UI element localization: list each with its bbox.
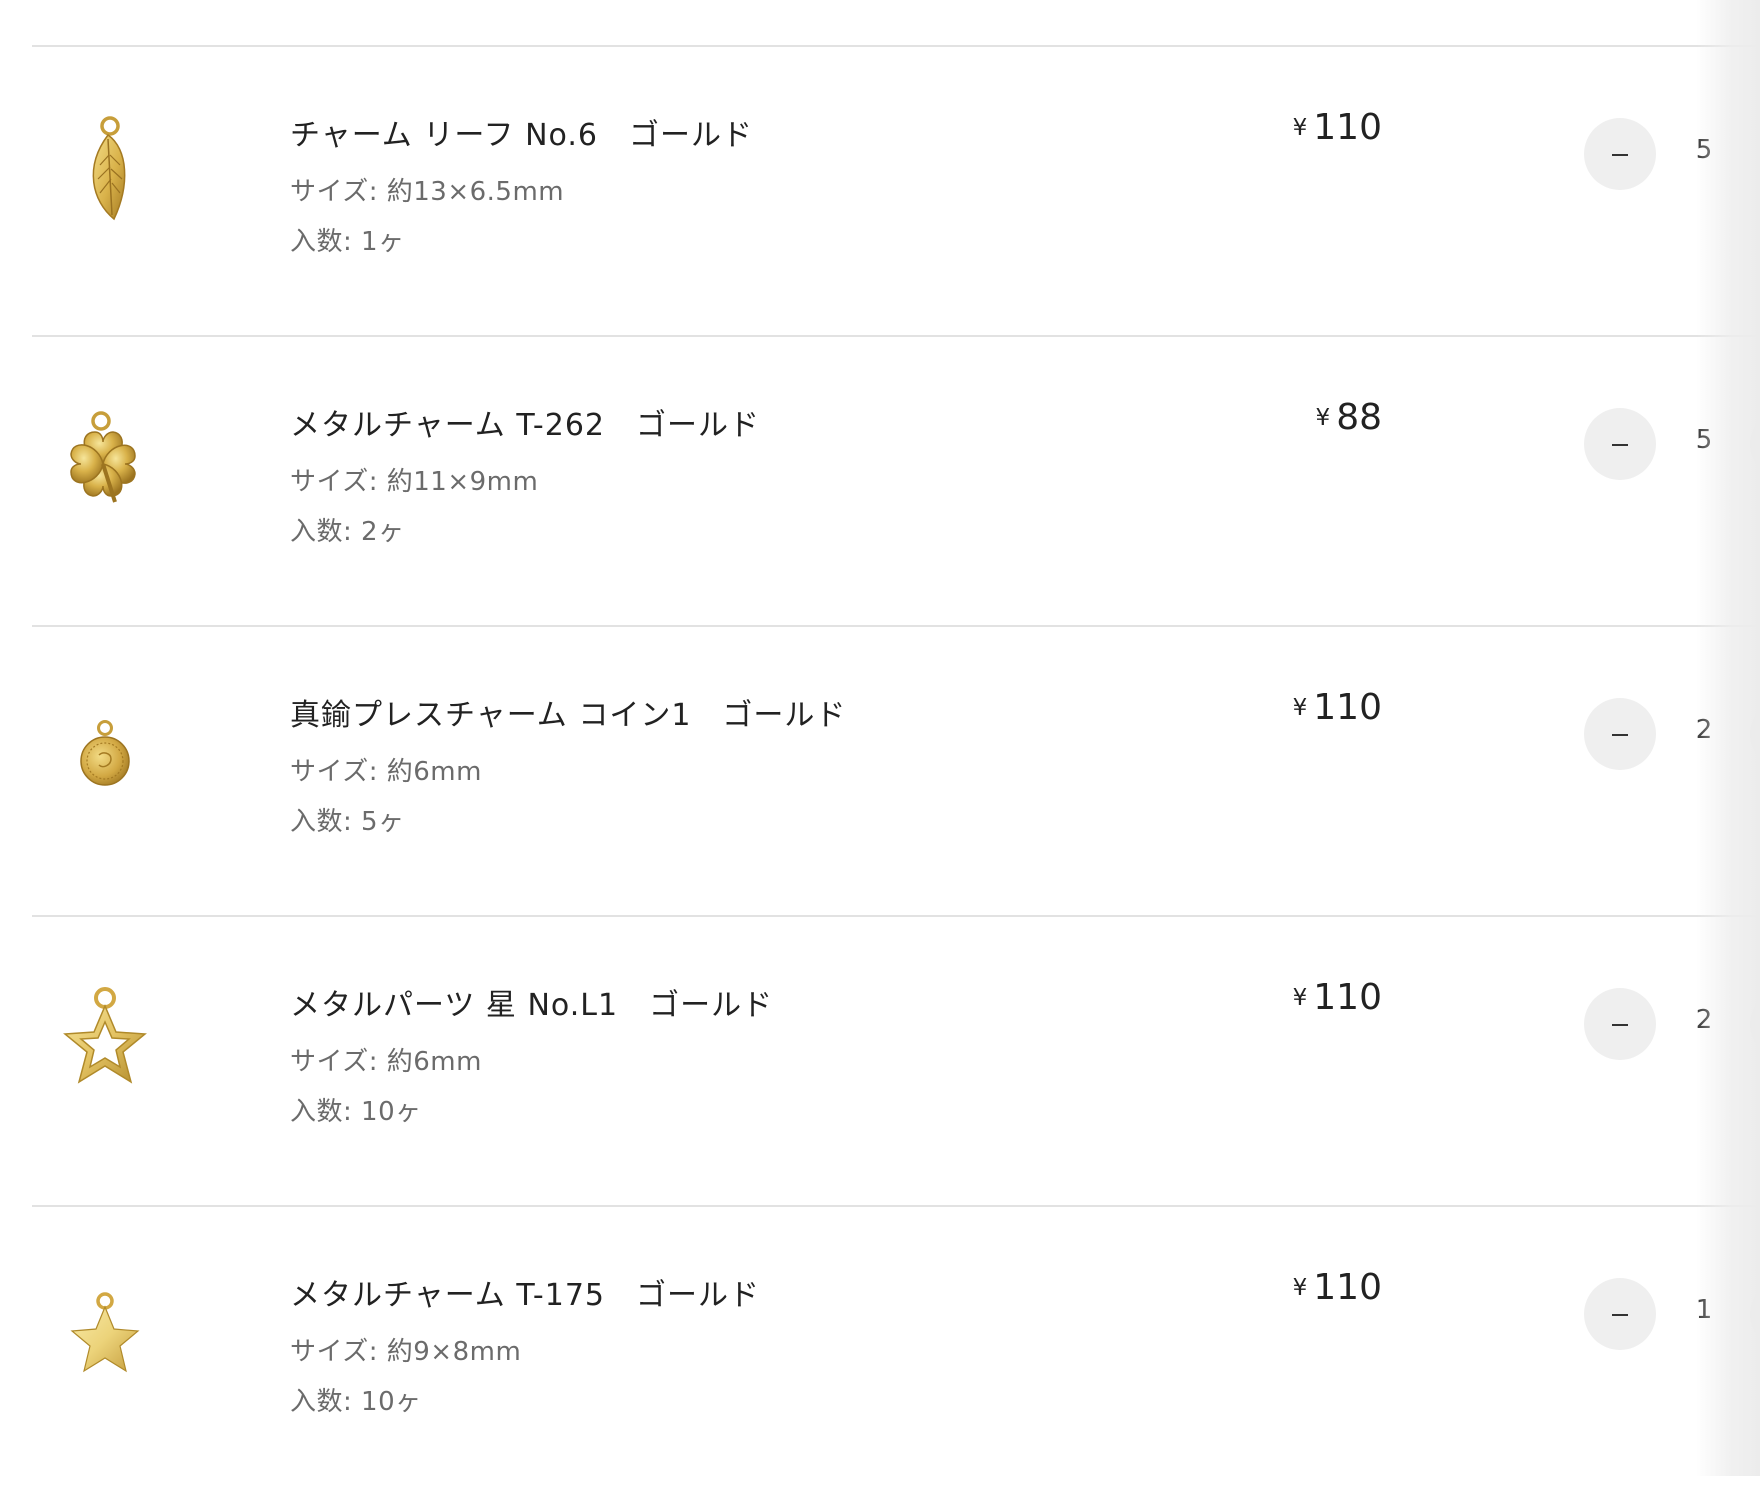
product-name[interactable]: メタルパーツ 星 No.L1 ゴールド <box>290 980 773 1024</box>
cart-item-row: チャーム リーフ No.6 ゴールド サイズ: 約13×6.5mm 入数: 1ヶ… <box>0 47 1760 335</box>
product-name[interactable]: 真鍮プレスチャーム コイン1 ゴールド <box>290 690 846 734</box>
currency-symbol: ¥ <box>1315 405 1331 431</box>
minus-icon <box>1612 734 1628 736</box>
increase-quantity-button[interactable] <box>1750 408 1760 480</box>
price-value: 110 <box>1313 687 1382 728</box>
product-size: サイズ: 約13×6.5mm <box>290 177 565 207</box>
quantity-value: 2 <box>1695 1005 1713 1035</box>
clover-charm-icon[interactable] <box>40 399 170 529</box>
minus-icon <box>1612 1024 1628 1026</box>
cart-item-list: チャーム リーフ No.6 ゴールド サイズ: 約13×6.5mm 入数: 1ヶ… <box>0 0 1760 1476</box>
product-count: 入数: 10ヶ <box>290 1387 422 1417</box>
product-price: ¥110 <box>1293 1267 1382 1308</box>
increase-quantity-button[interactable] <box>1750 1278 1760 1350</box>
product-size: サイズ: 約11×9mm <box>290 467 539 497</box>
price-value: 110 <box>1313 107 1382 148</box>
increase-quantity-button[interactable] <box>1750 698 1760 770</box>
quantity-value: 1 <box>1695 1295 1713 1325</box>
product-count: 入数: 5ヶ <box>290 807 405 837</box>
price-value: 88 <box>1336 397 1382 438</box>
minus-icon <box>1612 154 1628 156</box>
product-price: ¥110 <box>1293 107 1382 148</box>
quantity-value: 2 <box>1695 715 1713 745</box>
quantity-value: 5 <box>1695 135 1713 165</box>
product-name[interactable]: メタルチャーム T-262 ゴールド <box>290 400 760 444</box>
product-size: サイズ: 約9×8mm <box>290 1337 522 1367</box>
cart-item-row: メタルチャーム T-175 ゴールド サイズ: 約9×8mm 入数: 10ヶ ¥… <box>0 1207 1760 1495</box>
cart-item-row: 真鍮プレスチャーム コイン1 ゴールド サイズ: 約6mm 入数: 5ヶ ¥11… <box>0 627 1760 915</box>
decrease-quantity-button[interactable] <box>1584 408 1656 480</box>
currency-symbol: ¥ <box>1292 1275 1308 1301</box>
product-price: ¥88 <box>1316 397 1382 438</box>
decrease-quantity-button[interactable] <box>1584 988 1656 1060</box>
cart-item-row: メタルチャーム T-262 ゴールド サイズ: 約11×9mm 入数: 2ヶ ¥… <box>0 337 1760 625</box>
solid-star-charm-icon[interactable] <box>40 1269 170 1399</box>
decrease-quantity-button[interactable] <box>1584 1278 1656 1350</box>
hollow-star-charm-icon[interactable] <box>40 977 170 1107</box>
product-name[interactable]: メタルチャーム T-175 ゴールド <box>290 1270 760 1314</box>
product-price: ¥110 <box>1293 977 1382 1018</box>
product-count: 入数: 10ヶ <box>290 1097 422 1127</box>
product-size: サイズ: 約6mm <box>290 1047 482 1077</box>
coin-charm-icon[interactable] <box>40 689 170 819</box>
increase-quantity-button[interactable] <box>1750 988 1760 1060</box>
quantity-value: 5 <box>1695 425 1713 455</box>
decrease-quantity-button[interactable] <box>1584 118 1656 190</box>
product-count: 入数: 1ヶ <box>290 227 405 257</box>
currency-symbol: ¥ <box>1292 695 1308 721</box>
price-value: 110 <box>1313 977 1382 1018</box>
product-price: ¥110 <box>1293 687 1382 728</box>
price-value: 110 <box>1313 1267 1382 1308</box>
product-size: サイズ: 約6mm <box>290 757 482 787</box>
currency-symbol: ¥ <box>1292 115 1308 141</box>
leaf-charm-icon[interactable] <box>40 105 170 235</box>
minus-icon <box>1612 1314 1628 1316</box>
minus-icon <box>1612 444 1628 446</box>
decrease-quantity-button[interactable] <box>1584 698 1656 770</box>
currency-symbol: ¥ <box>1292 985 1308 1011</box>
product-name[interactable]: チャーム リーフ No.6 ゴールド <box>290 110 753 154</box>
product-count: 入数: 2ヶ <box>290 517 405 547</box>
cart-item-row: メタルパーツ 星 No.L1 ゴールド サイズ: 約6mm 入数: 10ヶ ¥1… <box>0 917 1760 1205</box>
